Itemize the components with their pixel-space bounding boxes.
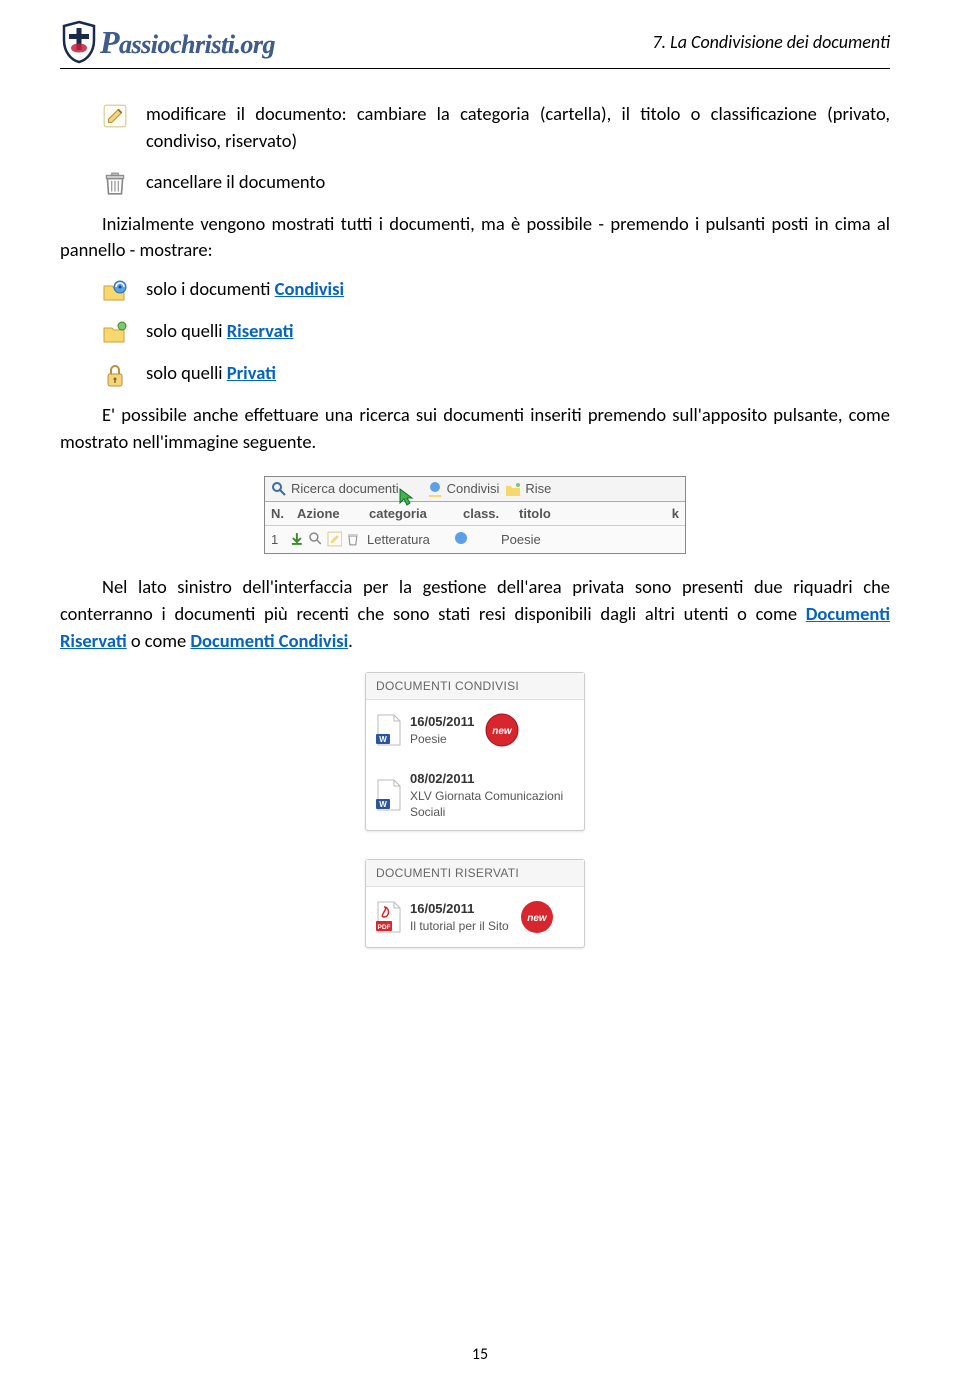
- panel-item[interactable]: W 16/05/2011 Poesie new: [366, 700, 584, 760]
- new-badge-icon: new: [517, 897, 557, 937]
- lock-icon: [102, 362, 128, 388]
- word-doc-icon: W: [376, 714, 402, 746]
- logo-text: Passiochristi.org: [100, 24, 275, 61]
- trash-row-icon[interactable]: [345, 531, 361, 547]
- pdf-doc-icon: PDF: [376, 901, 402, 933]
- intro-paragraph: Inizialmente vengono mostrati tutti i do…: [60, 211, 890, 265]
- trash-icon: [102, 171, 128, 197]
- link-doc-condivisi[interactable]: Documenti Condivisi: [190, 629, 348, 652]
- panel-riservati-header: DOCUMENTI RISERVATI: [366, 860, 584, 887]
- link-condivisi[interactable]: Condivisi: [275, 277, 344, 300]
- edit-icon: [102, 103, 128, 129]
- edit-row-icon[interactable]: [327, 531, 343, 547]
- panel-item[interactable]: W 08/02/2011 XLV Giornata Comunicazioni …: [366, 760, 584, 830]
- link-riservati[interactable]: Riservati: [227, 319, 294, 342]
- view-icon[interactable]: [308, 531, 324, 547]
- col-titolo: titolo: [519, 506, 658, 521]
- svg-text:PDF: PDF: [378, 924, 391, 931]
- col-categoria: categoria: [369, 506, 449, 521]
- new-badge-icon: new: [482, 710, 522, 750]
- col-n: N.: [271, 506, 283, 521]
- left-panel-paragraph: Nel lato sinistro dell'interfaccia per l…: [60, 574, 890, 654]
- panel-condivisi-header: DOCUMENTI CONDIVISI: [366, 673, 584, 700]
- col-azione: Azione: [297, 506, 355, 521]
- page-header: Passiochristi.org 7. La Condivisione dei…: [60, 20, 890, 69]
- svg-text:W: W: [379, 800, 387, 809]
- bullet-reserved: solo quelli Riservati: [146, 318, 890, 345]
- shield-icon: [60, 20, 98, 64]
- reserved-button[interactable]: Rise: [505, 481, 551, 497]
- search-paragraph: E' possibile anche effettuare una ricerc…: [60, 402, 890, 456]
- search-button[interactable]: Ricerca documenti: [271, 481, 399, 497]
- site-logo: Passiochristi.org: [60, 20, 275, 64]
- col-k: k: [672, 506, 679, 521]
- shared-folder-icon: [102, 278, 128, 304]
- bullet-trash-text: cancellare il documento: [146, 169, 890, 196]
- reserved-folder-icon: [102, 320, 128, 346]
- class-icon: [453, 530, 469, 546]
- panel-condivisi: DOCUMENTI CONDIVISI W 16/05/2011 Poesie …: [365, 672, 585, 831]
- svg-text:new: new: [493, 726, 514, 737]
- link-privati[interactable]: Privati: [227, 361, 276, 384]
- page-number: 15: [0, 1345, 960, 1364]
- col-class: class.: [463, 506, 505, 521]
- bullet-shared: solo i documenti Condivisi: [146, 276, 890, 303]
- panel-riservati: DOCUMENTI RISERVATI PDF 16/05/2011 Il tu…: [365, 859, 585, 948]
- toolbar-screenshot: Ricerca documenti Condivisi Rise N. Azio…: [264, 476, 686, 554]
- word-doc-icon: W: [376, 779, 402, 811]
- panel-item[interactable]: PDF 16/05/2011 Il tutorial per il Sito n…: [366, 887, 584, 947]
- shared-button[interactable]: Condivisi: [427, 481, 500, 497]
- svg-text:W: W: [379, 735, 387, 744]
- table-row: 1 Letteratura Poesie: [265, 526, 685, 553]
- bullet-edit-text: modificare il documento: cambiare la cat…: [146, 101, 890, 155]
- svg-text:new: new: [527, 913, 548, 924]
- bullet-private: solo quelli Privati: [146, 360, 890, 387]
- chapter-title: 7. La Condivisione dei documenti: [652, 31, 890, 53]
- download-icon[interactable]: [289, 531, 305, 547]
